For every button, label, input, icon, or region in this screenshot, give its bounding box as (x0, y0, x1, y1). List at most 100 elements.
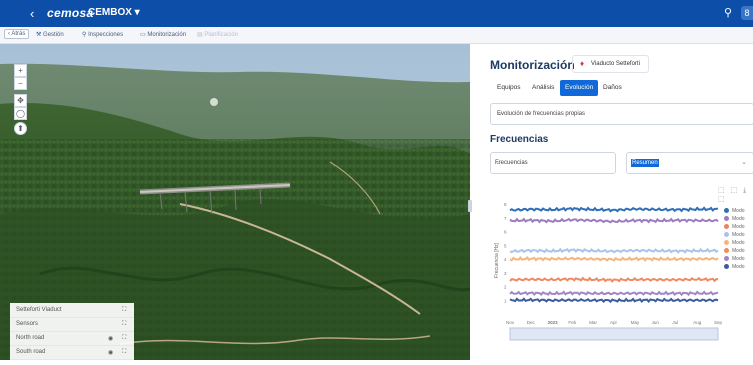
zoom-in-button[interactable]: + (14, 64, 27, 77)
legend-swatch (724, 248, 729, 254)
zoom-out-button[interactable]: − (14, 77, 27, 90)
nav-inspecciones-label: Inspecciones (88, 32, 124, 38)
page-title: Monitorización (490, 58, 575, 72)
variable-select[interactable]: Frecuencias ⌄ (490, 152, 616, 174)
legend-swatch (724, 216, 729, 222)
location-chip-label: Viaducto Setteforti (591, 61, 640, 67)
y-tick-label: 5 (504, 243, 507, 248)
legend-swatch (724, 256, 729, 262)
range-slider[interactable] (509, 327, 719, 341)
back-arrow-icon[interactable]: ‹ (30, 6, 34, 21)
legend-item[interactable]: Modo (724, 240, 745, 248)
search-icon[interactable]: ⚲ (724, 6, 732, 19)
compass-icon[interactable]: ⬆ (14, 122, 27, 135)
nav-bar: ‹ Atrás ⚒ Gestión ⚲ Inspecciones ▭ Monit… (0, 27, 753, 44)
expand-icon[interactable]: ⛶ (122, 335, 126, 342)
legend-swatch (724, 240, 729, 246)
legend-swatch (724, 224, 729, 230)
series-line[interactable] (509, 247, 719, 254)
nav-inspecciones[interactable]: ⚲ Inspecciones (82, 31, 123, 38)
legend-label: Modo (732, 216, 745, 222)
frequency-chart[interactable]: Frecuencia [Hz] 1 2 3 4 5 6 7 8 Nov Dec 2023 Feb Mar A… (492, 198, 752, 360)
tab-evolucion[interactable]: Evolución (560, 80, 599, 96)
tab-equipos[interactable]: Equipos (492, 80, 526, 96)
monitoring-panel: Monitorización ♦ Viaducto Setteforti Equ… (472, 44, 753, 360)
mode-select-value: Resumen (631, 159, 659, 167)
y-tick-label: 2 (504, 285, 507, 290)
x-tick-label: 2023 (548, 320, 559, 325)
nav-monitorizacion[interactable]: ▭ Monitorización (140, 31, 186, 38)
y-tick-label: 7 (504, 216, 507, 221)
nav-monitorizacion-label: Monitorización (147, 32, 187, 38)
legend-item[interactable]: Modo (724, 248, 745, 256)
legend-swatch (724, 264, 729, 270)
location-chip[interactable]: ♦ Viaducto Setteforti (572, 55, 649, 73)
mode-select[interactable]: Resumen ⌄ (626, 152, 753, 174)
app-logo[interactable]: cemosa (47, 6, 94, 20)
legend-label: Modo (732, 232, 745, 238)
y-tick-label: 3 (504, 271, 507, 276)
y-tick-label: 8 (504, 202, 507, 207)
legend-item[interactable]: Modo (724, 224, 745, 232)
x-tick-label: Mar (589, 320, 597, 325)
layer-label: Setteforti Viaduct (16, 307, 62, 313)
user-avatar[interactable]: 8 (741, 6, 753, 20)
app-switcher[interactable]: CEMBOX ▾ (88, 7, 140, 18)
x-tick-label: Jun (652, 320, 660, 325)
series-line[interactable] (509, 297, 719, 304)
y-tick-label: 1 (504, 298, 507, 303)
chevron-down-icon: ⌄ (741, 159, 747, 166)
x-tick-label: Sep (714, 320, 723, 325)
series-line[interactable] (509, 290, 719, 297)
legend-item[interactable]: Modo (724, 216, 745, 224)
visibility-icon[interactable]: ◉ (108, 349, 113, 356)
series-line[interactable] (509, 206, 719, 213)
pan-icon[interactable]: ✥ (14, 94, 27, 107)
legend-item[interactable]: Modo (724, 232, 745, 240)
layer-label: South road (16, 349, 46, 355)
x-tick-label: Nov (506, 320, 515, 325)
legend-item[interactable]: Modo (724, 256, 745, 264)
expand-icon[interactable]: ⛶ (122, 307, 126, 314)
nav-planificacion[interactable]: ▤ Planificación (197, 31, 238, 38)
legend-label: Modo (732, 224, 745, 230)
x-tick-label: Dec (527, 320, 536, 325)
orbit-icon[interactable]: ◯ (14, 107, 27, 120)
nav-gestion[interactable]: ⚒ Gestión (36, 31, 64, 38)
series-line[interactable] (509, 217, 719, 224)
layer-row[interactable]: Setteforti Viaduct ⛶ (10, 303, 134, 318)
layer-label: North road (16, 335, 45, 341)
series-line[interactable] (509, 256, 719, 262)
layer-row[interactable]: North road ◉ ⛶ (10, 331, 134, 346)
location-pin-icon: ♦ (580, 59, 585, 68)
top-bar: ‹ cemosa CEMBOX ▾ ⚲ 8 (0, 0, 753, 27)
expand-icon[interactable]: ⛶ (122, 321, 126, 328)
back-button[interactable]: ‹ Atrás (4, 29, 30, 39)
series-line[interactable] (509, 276, 719, 283)
wrench-icon: ⚒ (36, 32, 44, 38)
x-tick-label: Apr (610, 320, 618, 325)
legend-swatch (724, 232, 729, 238)
frequency-chart-svg[interactable]: Frecuencia [Hz] 1 2 3 4 5 6 7 8 Nov Dec 2023 Feb Mar A… (492, 198, 724, 360)
legend-label: Modo (732, 240, 745, 246)
x-tick-label: Aug (693, 320, 702, 325)
tab-analisis[interactable]: Análisis (527, 80, 559, 96)
y-tick-label: 4 (504, 257, 507, 262)
expand-icon[interactable]: ⛶ (122, 349, 126, 356)
nav-planificacion-label: Planificación (204, 32, 239, 38)
chevron-down-icon: ⌄ (495, 159, 501, 166)
legend-item[interactable]: Modo (724, 264, 745, 272)
legend-label: Modo (732, 208, 745, 214)
analysis-select[interactable]: Evolución de frecuencias propias ⌄ (490, 103, 753, 125)
tab-danos[interactable]: Daños (598, 80, 627, 96)
legend-label: Modo (732, 264, 745, 270)
x-tick-label: Feb (568, 320, 576, 325)
visibility-icon[interactable]: ◉ (108, 335, 113, 342)
layer-label: Sensors (16, 321, 39, 327)
legend-swatch (724, 208, 729, 214)
layer-list: Setteforti Viaduct ⛶ Sensors ⛶ North roa… (10, 303, 134, 360)
y-axis-label: Frecuencia [Hz] (494, 242, 500, 278)
layer-row[interactable]: Sensors ⛶ (10, 317, 134, 332)
legend-item[interactable]: Modo (724, 208, 745, 216)
layer-row[interactable]: South road ◉ ⛶ (10, 345, 134, 360)
